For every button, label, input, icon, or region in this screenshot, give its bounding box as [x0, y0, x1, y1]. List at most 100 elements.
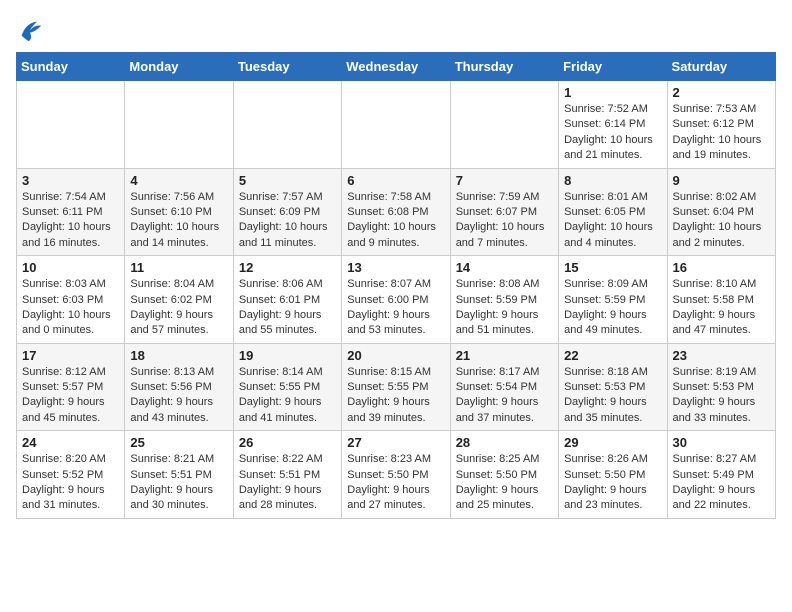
- calendar-cell: 22 Sunrise: 8:18 AM Sunset: 5:53 PM Dayli…: [559, 343, 667, 431]
- day-number: 2: [673, 85, 770, 100]
- day-info: Sunrise: 8:18 AM Sunset: 5:53 PM Dayligh…: [564, 365, 661, 427]
- calendar-cell: 1 Sunrise: 7:52 AM Sunset: 6:14 PM Daylig…: [559, 81, 667, 169]
- day-number: 24: [22, 435, 119, 450]
- calendar-cell: 13 Sunrise: 8:07 AM Sunset: 6:00 PM Dayli…: [342, 256, 450, 344]
- day-number: 12: [239, 260, 336, 275]
- day-info: Sunrise: 8:09 AM Sunset: 5:59 PM Dayligh…: [564, 277, 661, 339]
- day-info: Sunrise: 8:21 AM Sunset: 5:51 PM Dayligh…: [130, 452, 227, 514]
- calendar-cell: 12 Sunrise: 8:06 AM Sunset: 6:01 PM Dayli…: [233, 256, 341, 344]
- day-number: 5: [239, 173, 336, 188]
- day-info: Sunrise: 8:14 AM Sunset: 5:55 PM Dayligh…: [239, 365, 336, 427]
- calendar-week-5: 24 Sunrise: 8:20 AM Sunset: 5:52 PM Dayli…: [17, 431, 776, 519]
- weekday-header-wednesday: Wednesday: [342, 53, 450, 81]
- calendar-cell: [450, 81, 558, 169]
- calendar-cell: 4 Sunrise: 7:56 AM Sunset: 6:10 PM Daylig…: [125, 168, 233, 256]
- day-number: 29: [564, 435, 661, 450]
- page-header: [16, 16, 776, 44]
- calendar-cell: 27 Sunrise: 8:23 AM Sunset: 5:50 PM Dayli…: [342, 431, 450, 519]
- calendar-cell: 19 Sunrise: 8:14 AM Sunset: 5:55 PM Dayli…: [233, 343, 341, 431]
- calendar-body: 1 Sunrise: 7:52 AM Sunset: 6:14 PM Daylig…: [17, 81, 776, 519]
- weekday-header-tuesday: Tuesday: [233, 53, 341, 81]
- day-number: 3: [22, 173, 119, 188]
- day-number: 1: [564, 85, 661, 100]
- day-info: Sunrise: 7:54 AM Sunset: 6:11 PM Dayligh…: [22, 190, 119, 252]
- calendar-cell: 9Sunrise: 8:02 AM Sunset: 6:04 PM Daylig…: [667, 168, 775, 256]
- day-number: 25: [130, 435, 227, 450]
- calendar-cell: 30 Sunrise: 8:27 AM Sunset: 5:49 PM Dayli…: [667, 431, 775, 519]
- weekday-header-monday: Monday: [125, 53, 233, 81]
- day-info: Sunrise: 7:59 AM Sunset: 6:07 PM Dayligh…: [456, 190, 553, 252]
- day-number: 26: [239, 435, 336, 450]
- day-number: 16: [673, 260, 770, 275]
- day-info: Sunrise: 8:07 AM Sunset: 6:00 PM Dayligh…: [347, 277, 444, 339]
- day-info: Sunrise: 8:17 AM Sunset: 5:54 PM Dayligh…: [456, 365, 553, 427]
- day-info: Sunrise: 7:52 AM Sunset: 6:14 PM Dayligh…: [564, 102, 661, 164]
- day-info: Sunrise: 8:27 AM Sunset: 5:49 PM Dayligh…: [673, 452, 770, 514]
- day-number: 30: [673, 435, 770, 450]
- day-info: Sunrise: 8:23 AM Sunset: 5:50 PM Dayligh…: [347, 452, 444, 514]
- calendar-cell: 24 Sunrise: 8:20 AM Sunset: 5:52 PM Dayli…: [17, 431, 125, 519]
- day-number: 11: [130, 260, 227, 275]
- logo: [16, 16, 48, 44]
- calendar-cell: 21 Sunrise: 8:17 AM Sunset: 5:54 PM Dayli…: [450, 343, 558, 431]
- day-info: Sunrise: 8:01 AM Sunset: 6:05 PM Dayligh…: [564, 190, 661, 252]
- day-info: Sunrise: 8:03 AM Sunset: 6:03 PM Dayligh…: [22, 277, 119, 339]
- day-number: 15: [564, 260, 661, 275]
- day-info: Sunrise: 8:13 AM Sunset: 5:56 PM Dayligh…: [130, 365, 227, 427]
- day-number: 10: [22, 260, 119, 275]
- day-number: 19: [239, 348, 336, 363]
- day-info: Sunrise: 8:26 AM Sunset: 5:50 PM Dayligh…: [564, 452, 661, 514]
- day-number: 28: [456, 435, 553, 450]
- calendar-cell: [125, 81, 233, 169]
- day-info: Sunrise: 8:02 AM Sunset: 6:04 PM Dayligh…: [673, 190, 770, 252]
- day-info: Sunrise: 8:10 AM Sunset: 5:58 PM Dayligh…: [673, 277, 770, 339]
- calendar-cell: 26Sunrise: 8:22 AM Sunset: 5:51 PM Dayli…: [233, 431, 341, 519]
- calendar-cell: 11 Sunrise: 8:04 AM Sunset: 6:02 PM Dayli…: [125, 256, 233, 344]
- day-info: Sunrise: 8:15 AM Sunset: 5:55 PM Dayligh…: [347, 365, 444, 427]
- day-number: 8: [564, 173, 661, 188]
- calendar-week-1: 1 Sunrise: 7:52 AM Sunset: 6:14 PM Daylig…: [17, 81, 776, 169]
- calendar-table: SundayMondayTuesdayWednesdayThursdayFrid…: [16, 52, 776, 519]
- day-number: 17: [22, 348, 119, 363]
- calendar-cell: [17, 81, 125, 169]
- calendar-header: SundayMondayTuesdayWednesdayThursdayFrid…: [17, 53, 776, 81]
- day-number: 7: [456, 173, 553, 188]
- calendar-cell: 5Sunrise: 7:57 AM Sunset: 6:09 PM Daylig…: [233, 168, 341, 256]
- day-number: 21: [456, 348, 553, 363]
- weekday-header-sunday: Sunday: [17, 53, 125, 81]
- calendar-cell: 8 Sunrise: 8:01 AM Sunset: 6:05 PM Daylig…: [559, 168, 667, 256]
- calendar-week-4: 17 Sunrise: 8:12 AM Sunset: 5:57 PM Dayli…: [17, 343, 776, 431]
- calendar-cell: 7 Sunrise: 7:59 AM Sunset: 6:07 PM Daylig…: [450, 168, 558, 256]
- calendar-cell: 17 Sunrise: 8:12 AM Sunset: 5:57 PM Dayli…: [17, 343, 125, 431]
- calendar-cell: 16 Sunrise: 8:10 AM Sunset: 5:58 PM Dayli…: [667, 256, 775, 344]
- day-info: Sunrise: 8:04 AM Sunset: 6:02 PM Dayligh…: [130, 277, 227, 339]
- day-number: 13: [347, 260, 444, 275]
- day-info: Sunrise: 7:56 AM Sunset: 6:10 PM Dayligh…: [130, 190, 227, 252]
- logo-bird-icon: [16, 16, 44, 44]
- calendar-cell: 18Sunrise: 8:13 AM Sunset: 5:56 PM Dayli…: [125, 343, 233, 431]
- calendar-cell: 20Sunrise: 8:15 AM Sunset: 5:55 PM Dayli…: [342, 343, 450, 431]
- calendar-cell: 15 Sunrise: 8:09 AM Sunset: 5:59 PM Dayli…: [559, 256, 667, 344]
- day-info: Sunrise: 8:08 AM Sunset: 5:59 PM Dayligh…: [456, 277, 553, 339]
- calendar-cell: [342, 81, 450, 169]
- calendar-cell: 25 Sunrise: 8:21 AM Sunset: 5:51 PM Dayli…: [125, 431, 233, 519]
- day-info: Sunrise: 8:25 AM Sunset: 5:50 PM Dayligh…: [456, 452, 553, 514]
- weekday-header-friday: Friday: [559, 53, 667, 81]
- day-info: Sunrise: 8:19 AM Sunset: 5:53 PM Dayligh…: [673, 365, 770, 427]
- day-number: 6: [347, 173, 444, 188]
- weekday-header-saturday: Saturday: [667, 53, 775, 81]
- calendar-cell: 14Sunrise: 8:08 AM Sunset: 5:59 PM Dayli…: [450, 256, 558, 344]
- weekday-header-thursday: Thursday: [450, 53, 558, 81]
- calendar-cell: 28 Sunrise: 8:25 AM Sunset: 5:50 PM Dayli…: [450, 431, 558, 519]
- day-info: Sunrise: 8:06 AM Sunset: 6:01 PM Dayligh…: [239, 277, 336, 339]
- calendar-week-2: 3 Sunrise: 7:54 AM Sunset: 6:11 PM Daylig…: [17, 168, 776, 256]
- calendar-cell: [233, 81, 341, 169]
- calendar-cell: 3 Sunrise: 7:54 AM Sunset: 6:11 PM Daylig…: [17, 168, 125, 256]
- day-number: 22: [564, 348, 661, 363]
- day-info: Sunrise: 8:12 AM Sunset: 5:57 PM Dayligh…: [22, 365, 119, 427]
- day-info: Sunrise: 8:20 AM Sunset: 5:52 PM Dayligh…: [22, 452, 119, 514]
- day-number: 4: [130, 173, 227, 188]
- calendar-cell: 10 Sunrise: 8:03 AM Sunset: 6:03 PM Dayli…: [17, 256, 125, 344]
- day-number: 27: [347, 435, 444, 450]
- calendar-week-3: 10 Sunrise: 8:03 AM Sunset: 6:03 PM Dayli…: [17, 256, 776, 344]
